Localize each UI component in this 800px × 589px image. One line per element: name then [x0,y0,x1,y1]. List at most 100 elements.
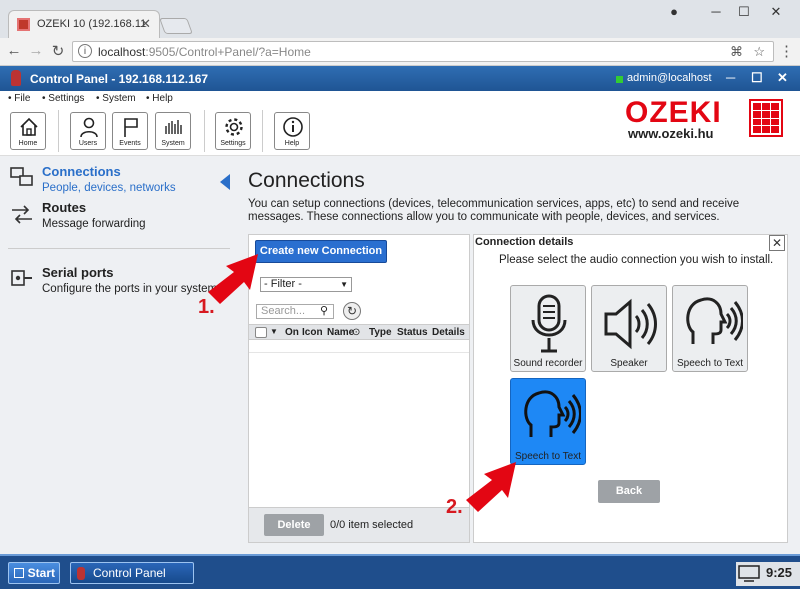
back-button[interactable]: Back [598,480,660,503]
ozeki-favicon [17,18,30,31]
toolbar-separator [58,110,59,152]
refresh-button[interactable]: ↻ [343,302,361,320]
speaking-head-icon [524,390,581,437]
browser-menu-icon[interactable]: ⋮ [779,42,794,60]
start-button[interactable]: Start [8,562,60,584]
clock: 9:25 [766,565,793,580]
home-button[interactable]: Home [10,112,46,150]
menu-help[interactable]: • Help [146,93,173,104]
option-label: Speech to Text [677,358,743,369]
url-input[interactable]: i localhost:9505/Control+Panel/?a=Home ⌘… [72,41,774,62]
option-speaker[interactable]: Speaker [591,285,667,372]
help-button[interactable]: Help [274,112,310,150]
reload-icon[interactable]: ↻ [48,42,68,60]
close-tab-icon[interactable]: ✕ [140,16,151,32]
site-info-icon[interactable]: i [78,44,92,58]
menu-file[interactable]: • File [8,93,30,104]
column-details[interactable]: Details [432,327,465,338]
sort-icon[interactable]: ⊙ [352,327,360,338]
maximize-window-button[interactable]: ☐ [734,4,754,20]
create-connection-button[interactable]: Create new Connection [255,240,387,263]
option-label: Speaker [610,358,648,369]
details-message: Please select the audio connection you w… [499,254,774,266]
logo-keypad-icon [749,99,783,137]
browser-tab[interactable]: OZEKI 10 (192.168.112.16 ✕ [8,10,160,38]
settings-button[interactable]: Settings [215,112,251,150]
start-icon [14,568,24,578]
ozeki-person-icon [77,567,85,580]
active-indicator-arrow [220,174,230,190]
column-status[interactable]: Status [397,327,428,338]
sidebar-item-label: Serial ports [42,265,114,280]
forward-nav-icon[interactable]: → [26,42,46,59]
gear-icon [225,118,243,136]
app-close-button[interactable]: ✕ [777,70,788,86]
details-title: Connection details [475,236,574,248]
home-icon [20,117,38,136]
menu-settings[interactable]: • Settings [42,93,84,104]
column-on[interactable]: On [285,327,299,338]
column-type[interactable]: Type [369,327,392,338]
speaker-icon [604,298,657,350]
sidebar-item-connections[interactable]: Connections People, devices, networks [0,162,236,202]
delete-button[interactable]: Delete [264,514,324,536]
sidebar: Connections People, devices, networks Ro… [0,156,236,554]
page-title: Connections [248,169,365,192]
translate-icon[interactable]: ⌘ [730,44,743,60]
toolbar-separator [204,110,205,152]
speaking-head-icon [686,297,743,344]
search-icon[interactable]: ⚲ [320,304,328,317]
address-bar-row: ← → ↻ i localhost:9505/Control+Panel/?a=… [0,38,800,66]
events-button[interactable]: Events [112,112,148,150]
ozeki-person-icon [11,70,21,86]
page-description: You can setup connections (devices, tele… [248,198,740,223]
system-button[interactable]: System [155,112,191,150]
callout-label-2: 2. [446,496,463,518]
option-speech-to-text-selected[interactable]: Speech to Text [510,378,586,465]
minimize-window-button[interactable]: ─ [706,4,726,19]
sidebar-divider [8,248,230,249]
back-nav-icon[interactable]: ← [4,42,24,59]
tab-title: OZEKI 10 (192.168.112.16 [37,18,147,30]
callout-arrow-2-icon [466,462,516,512]
sidebar-item-sublabel: People, devices, networks [42,182,176,194]
keyboard-icon[interactable] [738,565,760,583]
chevron-down-icon: ▼ [340,280,348,289]
option-speech-to-text[interactable]: Speech to Text [672,285,748,372]
account-icon[interactable]: ● [664,4,684,19]
app-maximize-button[interactable]: ☐ [751,70,763,86]
ozeki-logo: OZEKI www.ozeki.hu [625,96,785,142]
routes-icon [12,205,32,224]
online-status-icon [616,76,623,83]
flag-icon [124,118,138,137]
close-details-button[interactable]: ✕ [769,235,785,251]
users-button[interactable]: Users [70,112,106,150]
app-header: Control Panel - 192.168.112.167 admin@lo… [0,66,800,91]
table-row-divider [249,352,469,353]
sidebar-item-routes[interactable]: Routes Message forwarding [0,198,236,238]
user-icon [80,117,98,138]
connections-icon [10,167,33,186]
close-window-button[interactable]: ✕ [766,4,786,20]
app-minimize-button[interactable]: ─ [726,70,735,85]
microphone-icon [531,294,567,353]
menu-system[interactable]: • System [96,93,136,104]
column-name[interactable]: Name [327,327,354,338]
bars-icon [165,120,182,134]
taskbar-control-panel[interactable]: Control Panel [70,562,194,584]
table-header: ▼ On Icon Name ⊙ Type Status Details [249,324,469,340]
chevron-down-icon[interactable]: ▼ [270,327,278,336]
bookmark-star-icon[interactable]: ☆ [753,44,765,60]
sidebar-item-sublabel: Message forwarding [42,218,146,230]
option-label: Speech to Text [515,451,581,462]
column-icon[interactable]: Icon [302,327,323,338]
sidebar-item-label: Connections [42,164,121,179]
option-sound-recorder[interactable]: Sound recorder [510,285,586,372]
new-tab-button[interactable] [159,18,193,34]
filter-select[interactable]: - Filter - ▼ [260,277,352,292]
option-label: Sound recorder [513,358,583,369]
callout-label-1: 1. [198,296,215,318]
user-label[interactable]: admin@localhost [627,72,712,84]
toolbar-separator [262,110,263,152]
select-all-checkbox[interactable] [255,327,267,338]
